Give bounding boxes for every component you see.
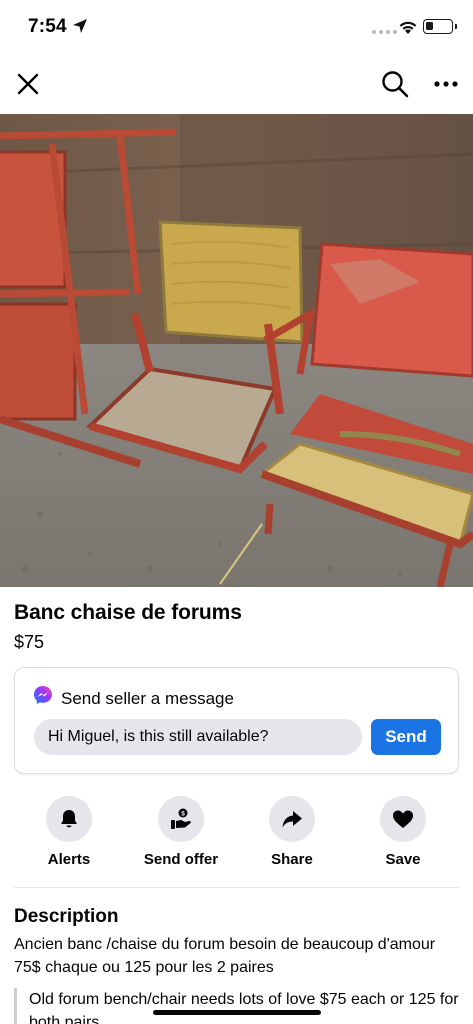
send-button[interactable]: Send: [371, 719, 441, 755]
send-offer-button[interactable]: $ Send offer: [131, 796, 231, 868]
action-row: Alerts $ Send offer Share Save: [0, 796, 473, 876]
cellular-signal-icon: [372, 30, 397, 34]
divider: [14, 887, 459, 888]
battery-cap: [455, 24, 457, 29]
send-offer-label: Send offer: [143, 851, 219, 868]
share-icon: [282, 811, 302, 828]
svg-text:$: $: [181, 810, 185, 817]
share-label: Share: [271, 851, 313, 868]
send-offer-circle[interactable]: $: [158, 796, 204, 842]
save-label: Save: [385, 851, 421, 868]
search-icon[interactable]: [380, 69, 410, 99]
battery-icon: [423, 19, 453, 34]
message-input[interactable]: Hi Miguel, is this still available?: [34, 719, 362, 755]
message-seller-card: Send seller a message Hi Miguel, is this…: [14, 667, 459, 774]
battery-level: [426, 22, 433, 30]
home-indicator[interactable]: [153, 1010, 321, 1015]
alerts-label: Alerts: [47, 851, 91, 868]
close-icon[interactable]: [14, 70, 42, 98]
messenger-icon: [34, 686, 52, 704]
save-circle[interactable]: [380, 796, 426, 842]
description-text: Ancien banc /chaise du forum besoin de b…: [14, 936, 436, 976]
listing-price: $75: [14, 632, 45, 652]
description-translation: Old forum bench/chair needs lots of love…: [14, 988, 459, 1024]
share-button[interactable]: Share: [242, 796, 342, 868]
location-arrow-icon: [73, 19, 87, 33]
save-button[interactable]: Save: [353, 796, 453, 868]
message-heading: Send seller a message: [61, 689, 234, 708]
offer-icon: $: [171, 808, 191, 829]
heart-icon: [393, 810, 413, 828]
alerts-button[interactable]: Alerts: [19, 796, 119, 868]
wifi-icon: [399, 21, 417, 34]
listing-photo-illustration: [0, 114, 473, 587]
bell-icon: [61, 810, 77, 828]
listing-title: Banc chaise de forums: [14, 601, 242, 624]
description-heading: Description: [14, 906, 119, 927]
status-time: 7:54: [28, 16, 67, 37]
listing-photo[interactable]: [0, 114, 473, 587]
more-icon[interactable]: [432, 74, 460, 94]
nav-bar: [0, 56, 473, 114]
status-bar: 7:54: [0, 0, 473, 56]
share-circle[interactable]: [269, 796, 315, 842]
alerts-circle[interactable]: [46, 796, 92, 842]
